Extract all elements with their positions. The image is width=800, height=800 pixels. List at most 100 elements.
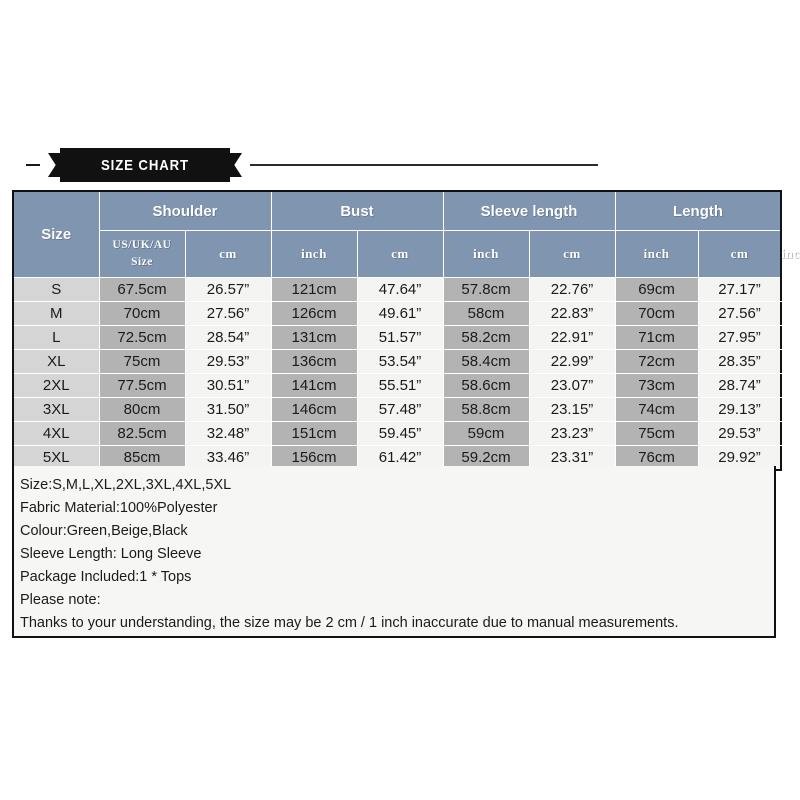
cell-length-inch: 28.74” <box>697 373 782 398</box>
cell-length-cm: 73cm <box>614 373 699 398</box>
cell-size: 2XL <box>12 373 100 398</box>
ribbon-dash-left <box>26 164 40 166</box>
cell-bust-cm: 151cm <box>270 421 358 446</box>
description-line: Sleeve Length: Long Sleeve <box>20 546 202 562</box>
size-table: Size Shoulder Bust Sleeve length Length … <box>12 190 800 471</box>
cell-bust-inch: 55.51” <box>356 373 444 398</box>
description-line: Thanks to your understanding, the size m… <box>20 615 679 631</box>
size-table-container: Size Shoulder Bust Sleeve length Length … <box>12 190 800 471</box>
size-chart-page: SIZE CHART Size Shoulder Bust Sleeve len… <box>0 0 800 800</box>
cell-length-cm: 74cm <box>614 397 699 422</box>
cell-length-cm: 75cm <box>614 421 699 446</box>
ribbon-flag-right-icon <box>228 153 242 177</box>
unit-header-length-cm: cm <box>697 230 782 278</box>
group-header-row: Size Shoulder Bust Sleeve length Length <box>12 190 782 278</box>
size-table-body: S 67.5cm 26.57” 121cm 47.64” 57.8cm 22.76” 69cm… <box>12 277 782 471</box>
banner-title: SIZE CHART <box>101 156 189 174</box>
cell-length-inch: 28.35” <box>697 349 782 374</box>
cell-bust-inch: 47.64” <box>356 277 444 302</box>
unit-header-row: US/UK/AU Size cm inch cm inch cm inch cm… <box>13 230 800 278</box>
description-line: Package Included:1 * Tops <box>20 569 192 585</box>
description-line: Fabric Material:100%Polyester <box>20 500 218 516</box>
cell-shoulder-inch: 29.53” <box>184 349 272 374</box>
cell-bust-cm: 126cm <box>270 301 358 326</box>
cell-sleeve-inch: 23.07” <box>528 373 616 398</box>
cell-sleeve-inch: 23.15” <box>528 397 616 422</box>
cell-size: L <box>12 325 100 350</box>
ribbon-rule-right <box>250 164 598 166</box>
unit-header-size: US/UK/AU Size <box>98 230 186 278</box>
unit-header-bust-cm: cm <box>356 230 444 278</box>
cell-shoulder-cm: 75cm <box>98 349 186 374</box>
description-line: Please note: <box>20 592 101 608</box>
cell-length-cm: 72cm <box>614 349 699 374</box>
cell-bust-inch: 51.57” <box>356 325 444 350</box>
cell-sleeve-cm: 58.6cm <box>442 373 530 398</box>
cell-shoulder-cm: 70cm <box>98 301 186 326</box>
cell-size: S <box>12 277 100 302</box>
table-row: L 72.5cm 28.54” 131cm 51.57” 58.2cm 22.91” 71cm… <box>12 325 782 350</box>
description-line: Size:S,M,L,XL,2XL,3XL,4XL,5XL <box>20 477 232 493</box>
cell-length-inch: 27.17” <box>697 277 782 302</box>
cell-shoulder-cm: 80cm <box>98 397 186 422</box>
cell-shoulder-cm: 82.5cm <box>98 421 186 446</box>
cell-shoulder-cm: 77.5cm <box>98 373 186 398</box>
cell-length-inch: 27.56” <box>697 301 782 326</box>
cell-size: XL <box>12 349 100 374</box>
cell-size: 4XL <box>12 421 100 446</box>
description-line: Colour:Green,Beige,Black <box>20 523 188 539</box>
cell-size: M <box>12 301 100 326</box>
cell-length-cm: 70cm <box>614 301 699 326</box>
cell-bust-cm: 146cm <box>270 397 358 422</box>
cell-size: 3XL <box>12 397 100 422</box>
cell-sleeve-inch: 23.23” <box>528 421 616 446</box>
table-row: M 70cm 27.56” 126cm 49.61” 58cm 22.83” 70cm 27.5… <box>12 301 782 326</box>
cell-shoulder-inch: 26.57” <box>184 277 272 302</box>
cell-bust-cm: 121cm <box>270 277 358 302</box>
unit-header-sleeve-cm: cm <box>528 230 616 278</box>
cell-length-inch: 27.95” <box>697 325 782 350</box>
cell-sleeve-cm: 58.8cm <box>442 397 530 422</box>
group-header-sleeve-length: Sleeve length <box>442 190 616 231</box>
cell-sleeve-inch: 22.99” <box>528 349 616 374</box>
cell-sleeve-cm: 59cm <box>442 421 530 446</box>
cell-sleeve-inch: 22.76” <box>528 277 616 302</box>
unit-header-shoulder-inch: inch <box>270 230 358 278</box>
cell-length-cm: 69cm <box>614 277 699 302</box>
banner-box: SIZE CHART <box>60 148 230 182</box>
unit-header-shoulder-cm: cm <box>184 230 272 278</box>
table-row: 3XL 80cm 31.50” 146cm 57.48” 58.8cm 23.15” 74cm… <box>12 397 782 422</box>
cell-shoulder-inch: 27.56” <box>184 301 272 326</box>
table-row: XL 75cm 29.53” 136cm 53.54” 58.4cm 22.99” 72cm 2… <box>12 349 782 374</box>
cell-bust-cm: 136cm <box>270 349 358 374</box>
unit-header-sleeve-inch: inch <box>614 230 699 278</box>
group-header-size: Size <box>12 190 100 278</box>
table-row: S 67.5cm 26.57” 121cm 47.64” 57.8cm 22.76” 69cm… <box>12 277 782 302</box>
cell-bust-inch: 53.54” <box>356 349 444 374</box>
cell-bust-inch: 59.45” <box>356 421 444 446</box>
cell-shoulder-inch: 28.54” <box>184 325 272 350</box>
cell-sleeve-cm: 58.4cm <box>442 349 530 374</box>
size-table-head: Size Shoulder Bust Sleeve length Length … <box>12 190 800 278</box>
size-chart-banner: SIZE CHART <box>12 148 780 182</box>
cell-bust-cm: 131cm <box>270 325 358 350</box>
cell-shoulder-inch: 31.50” <box>184 397 272 422</box>
unit-header-bust-inch: inch <box>442 230 530 278</box>
cell-sleeve-cm: 58cm <box>442 301 530 326</box>
cell-length-inch: 29.53” <box>697 421 782 446</box>
group-header-shoulder: Shoulder <box>98 190 272 231</box>
cell-sleeve-cm: 58.2cm <box>442 325 530 350</box>
group-header-length: Length <box>614 190 782 231</box>
cell-sleeve-inch: 22.83” <box>528 301 616 326</box>
cell-shoulder-cm: 67.5cm <box>98 277 186 302</box>
cell-bust-inch: 49.61” <box>356 301 444 326</box>
cell-shoulder-inch: 32.48” <box>184 421 272 446</box>
table-row: 2XL 77.5cm 30.51” 141cm 55.51” 58.6cm 23.07” 73… <box>12 373 782 398</box>
cell-sleeve-inch: 22.91” <box>528 325 616 350</box>
cell-sleeve-cm: 57.8cm <box>442 277 530 302</box>
unit-size-line2: Size <box>131 256 153 268</box>
cell-shoulder-inch: 30.51” <box>184 373 272 398</box>
cell-length-cm: 71cm <box>614 325 699 350</box>
group-header-bust: Bust <box>270 190 444 231</box>
cell-shoulder-cm: 72.5cm <box>98 325 186 350</box>
